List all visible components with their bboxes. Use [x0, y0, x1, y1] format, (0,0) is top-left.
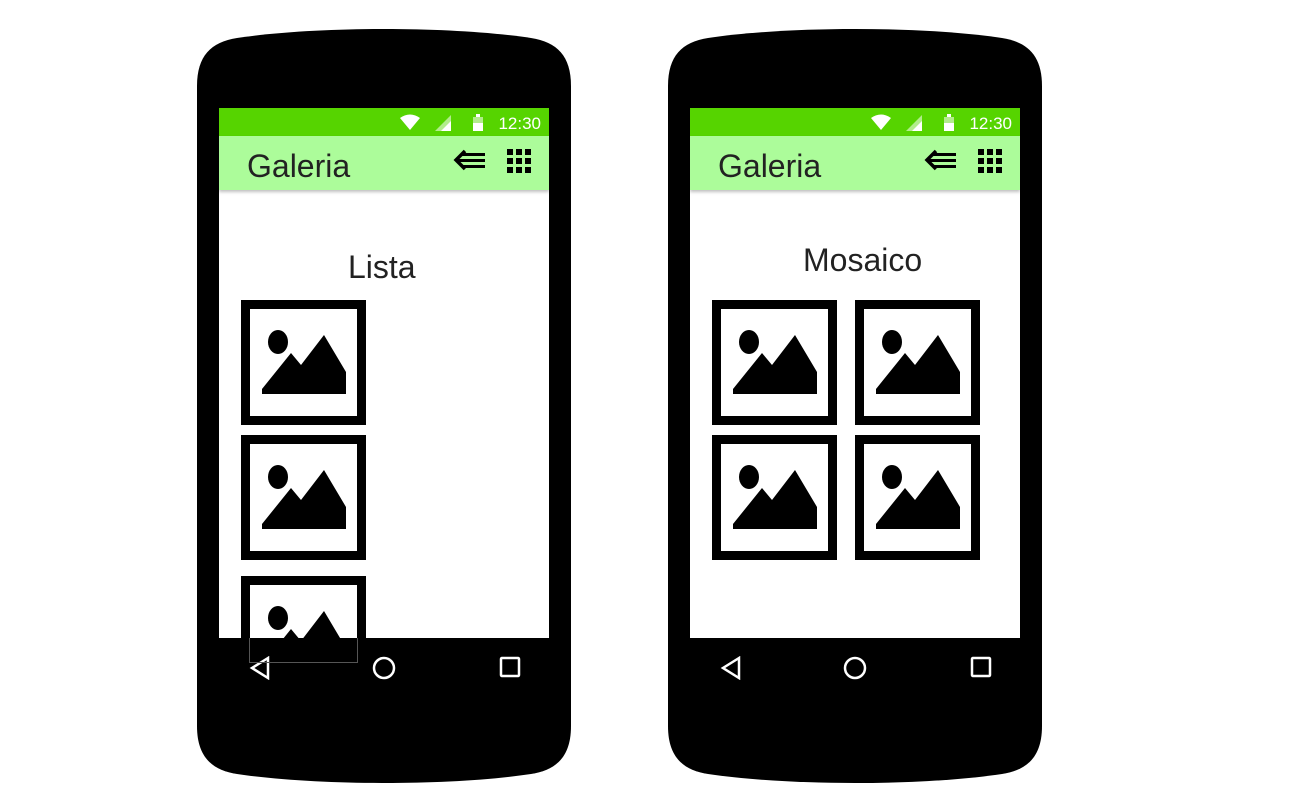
home-icon[interactable] [843, 656, 867, 680]
nav-bar [219, 638, 549, 698]
list-view-icon[interactable] [453, 148, 487, 174]
home-icon[interactable] [372, 656, 396, 680]
image-placeholder-icon[interactable] [241, 300, 366, 425]
signal-icon [906, 115, 922, 131]
view-mode-label: Mosaico [803, 242, 923, 278]
app-bar: Galeria [690, 136, 1020, 190]
grid-view-icon[interactable] [506, 148, 532, 174]
signal-icon [435, 115, 451, 131]
battery-icon [944, 114, 954, 131]
app-title: Galeria [247, 148, 351, 184]
wifi-icon [871, 114, 891, 130]
screen: 12:30 Galeria Lista [219, 108, 549, 638]
list-view-icon[interactable] [924, 148, 958, 174]
status-time: 12:30 [498, 114, 541, 133]
recents-icon[interactable] [499, 656, 521, 678]
phone-list-view: 12:30 Galeria Lista [197, 26, 571, 786]
app-bar: Galeria [219, 136, 549, 190]
status-bar: 12:30 [690, 108, 1020, 136]
image-placeholder-icon[interactable] [855, 300, 980, 425]
image-placeholder-icon[interactable] [241, 576, 366, 638]
image-placeholder-icon[interactable] [712, 435, 837, 560]
view-mode-label: Lista [348, 249, 416, 285]
status-bar: 12:30 [219, 108, 549, 136]
back-icon[interactable] [720, 656, 742, 680]
screen: 12:30 Galeria Mosaico [690, 108, 1020, 638]
nav-bar [690, 638, 1020, 698]
wifi-icon [400, 114, 420, 130]
image-placeholder-icon[interactable] [241, 435, 366, 560]
image-placeholder-icon[interactable] [855, 435, 980, 560]
app-title: Galeria [718, 148, 822, 184]
status-time: 12:30 [969, 114, 1012, 133]
battery-icon [473, 114, 483, 131]
grid-view-icon[interactable] [977, 148, 1003, 174]
image-overflow-outline [249, 638, 358, 663]
recents-icon[interactable] [970, 656, 992, 678]
image-placeholder-icon[interactable] [712, 300, 837, 425]
phone-grid-view: 12:30 Galeria Mosaico [668, 26, 1042, 786]
